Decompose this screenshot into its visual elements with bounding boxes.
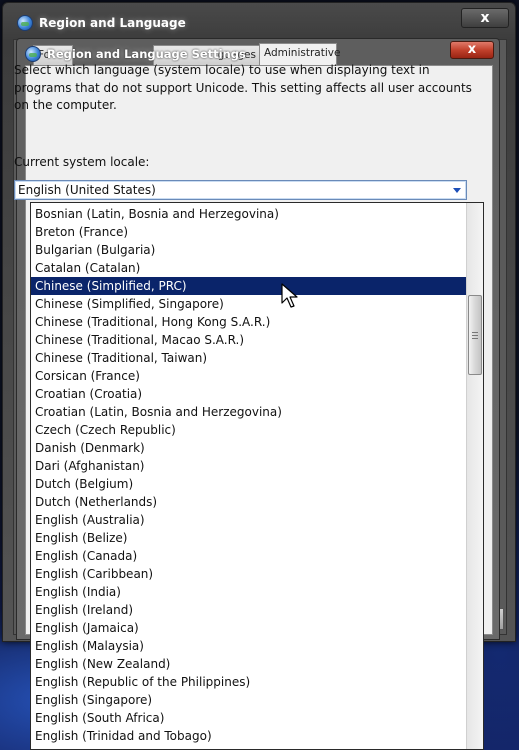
locale-option[interactable]: Chinese (Traditional, Macao S.A.R.) [31,331,467,349]
outer-window-title-bar: Region and Language [17,13,186,33]
locale-option[interactable]: Chinese (Simplified, Singapore) [31,295,467,313]
inner-close-button[interactable]: x [450,41,494,59]
chevron-down-icon[interactable] [453,188,461,193]
locale-option[interactable]: Bulgarian (Bulgaria) [31,241,467,259]
locale-option[interactable]: Dutch (Belgium) [31,475,467,493]
locale-option[interactable]: English (Canada) [31,547,467,565]
locale-option[interactable]: English (Jamaica) [31,619,467,637]
locale-option[interactable]: English (India) [31,583,467,601]
locale-option[interactable]: English (Caribbean) [31,565,467,583]
mouse-pointer-icon [281,283,298,308]
locale-option[interactable]: Breton (France) [31,223,467,241]
globe-icon [25,46,41,62]
locale-description: Select which language (system locale) to… [14,63,472,112]
globe-icon [17,15,33,31]
locale-option[interactable]: English (Trinidad and Tobago) [31,727,467,745]
scrollbar-thumb[interactable] [468,295,482,375]
locale-option[interactable]: Croatian (Latin, Bosnia and Herzegovina) [31,403,467,421]
locale-option[interactable]: English (New Zealand) [31,655,467,673]
locale-options-list[interactable]: Bosnian (Latin, Bosnia and Herzegovina) B… [30,202,484,750]
inner-dialog-title-bar: Region and Language Settings [25,45,246,63]
locale-option[interactable]: Croatian (Croatia) [31,385,467,403]
locale-option[interactable]: English (Malaysia) [31,637,467,655]
locale-option[interactable]: Dari (Afghanistan) [31,457,467,475]
locale-option[interactable]: Danish (Denmark) [31,439,467,457]
locale-option[interactable]: English (Singapore) [31,691,467,709]
locale-option[interactable]: Chinese (Traditional, Taiwan) [31,349,467,367]
locale-option[interactable]: Dutch (Netherlands) [31,493,467,511]
system-locale-dropdown[interactable]: English (United States) [14,180,467,200]
locale-option[interactable]: English (Australia) [31,511,467,529]
outer-close-button[interactable]: x [461,8,509,28]
locale-option[interactable]: English (South Africa) [31,709,467,727]
inner-dialog-title: Region and Language Settings [47,47,246,61]
list-scrollbar[interactable] [466,203,483,749]
locale-option[interactable]: English (Belize) [31,529,467,547]
locale-option[interactable]: Catalan (Catalan) [31,259,467,277]
locale-option[interactable]: Czech (Czech Republic) [31,421,467,439]
locale-option[interactable]: Chinese (Traditional, Hong Kong S.A.R.) [31,313,467,331]
locale-option[interactable]: Bosnian (Latin, Bosnia and Herzegovina) [31,205,467,223]
locale-option[interactable]: English (Ireland) [31,601,467,619]
outer-window-title: Region and Language [39,16,186,30]
locale-option[interactable]: English (Republic of the Philippines) [31,673,467,691]
locale-option[interactable]: Chinese (Simplified, PRC) [31,277,467,295]
locale-option[interactable]: Corsican (France) [31,367,467,385]
current-system-locale-label: Current system locale: [14,155,150,169]
system-locale-value: English (United States) [18,183,156,197]
